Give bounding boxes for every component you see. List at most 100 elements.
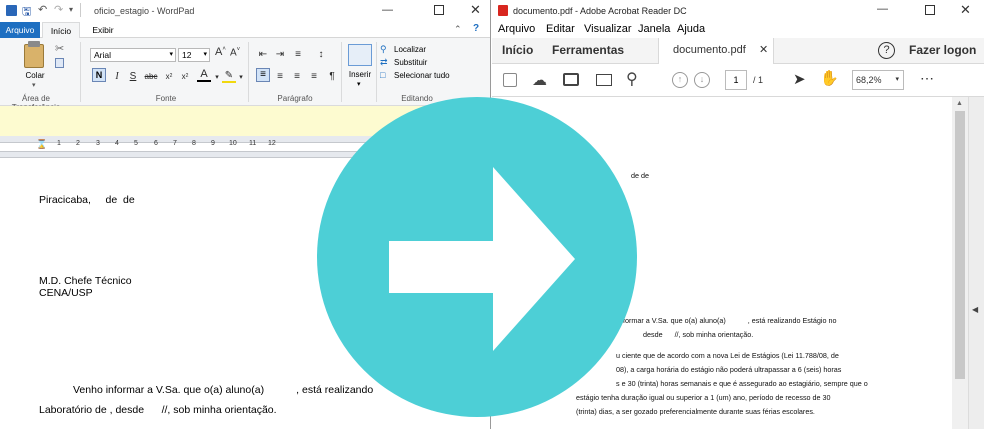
copy-icon[interactable] (55, 58, 64, 68)
doc-city-date: Piracicaba, de de (39, 194, 135, 206)
replace-button[interactable]: Substituir (394, 58, 427, 67)
ruler-number: 8 (192, 140, 196, 147)
paste-button[interactable]: Colar (20, 71, 50, 80)
menu-editar[interactable]: Editar (546, 23, 575, 35)
align-left-icon[interactable]: ≡ (256, 68, 270, 82)
maximize-button[interactable] (925, 5, 935, 15)
paste-icon[interactable] (24, 44, 44, 68)
quick-access-dropdown-icon[interactable]: ▾ (69, 5, 73, 14)
insert-button[interactable]: Inserir (346, 70, 374, 79)
select-all-button[interactable]: Selecionar tudo (394, 71, 450, 80)
save-icon[interactable] (503, 73, 517, 87)
clipboard-clip-icon (28, 41, 40, 47)
align-right-icon[interactable]: ≡ (290, 69, 304, 83)
shrink-font-icon[interactable]: A˅ (230, 47, 240, 58)
redo-icon[interactable]: ↷ (54, 3, 63, 16)
page-number-input[interactable]: 1 (725, 70, 747, 90)
chevron-down-icon: ▾ (895, 76, 899, 83)
wordpad-app-icon (6, 5, 17, 16)
font-name-select[interactable]: Arial ▾ (90, 48, 176, 62)
font-size-select[interactable]: 12 ▾ (178, 48, 210, 62)
insert-picture-icon[interactable] (348, 44, 372, 66)
zoom-select[interactable]: 68,2% ▾ (852, 70, 904, 90)
help-icon[interactable]: ? (878, 42, 895, 59)
italic-icon[interactable]: I (110, 69, 124, 83)
ribbon-separator (376, 42, 377, 102)
subscript-icon[interactable]: x2 (162, 69, 176, 83)
replace-icon[interactable]: ⇄ (380, 57, 388, 68)
chevron-down-icon: ▾ (203, 51, 207, 58)
previous-page-icon[interactable]: ↑ (672, 72, 688, 88)
superscript-icon[interactable]: x2 (178, 69, 192, 83)
find-button[interactable]: Localizar (394, 45, 426, 54)
acrobat-titlebar: documento.pdf - Adobe Acrobat Reader DC … (492, 0, 984, 21)
close-button[interactable]: ✕ (960, 2, 971, 18)
ruler-number: 3 (96, 140, 100, 147)
login-button[interactable]: Fazer logon (909, 43, 976, 57)
acrobat-tabs: Início Ferramentas documento.pdf ✕ ? Faz… (492, 38, 984, 64)
tab-ferramentas[interactable]: Ferramentas (552, 43, 624, 57)
vertical-scrollbar[interactable]: ▲ (952, 97, 968, 429)
pdf-text: s e 30 (trinta) horas semanais e que é a… (616, 379, 868, 388)
upload-cloud-icon[interactable]: ☁ (532, 71, 547, 89)
menu-ajuda[interactable]: Ajuda (677, 23, 705, 35)
collapse-ribbon-icon[interactable]: ⌃ (454, 24, 462, 35)
help-icon[interactable]: ? (473, 23, 479, 34)
maximize-button[interactable] (434, 5, 444, 15)
paragraph-dialog-icon[interactable]: ¶ (325, 69, 339, 83)
pdf-app-icon (498, 5, 508, 16)
wordpad-ribbon-tabs: Arquivo Início Exibir ⌃ ? (0, 22, 490, 39)
more-tools-icon[interactable]: ⋯ (920, 70, 935, 87)
menu-visualizar[interactable]: Visualizar (584, 23, 632, 35)
menu-arquivo[interactable]: Arquivo (498, 23, 535, 35)
strikethrough-icon[interactable]: abc (144, 69, 158, 83)
bullets-icon[interactable]: ≡ (291, 47, 305, 61)
font-color-icon[interactable]: A (197, 68, 211, 82)
tab-arquivo[interactable]: Arquivo (0, 22, 40, 38)
select-cursor-icon[interactable]: ➤ (793, 70, 806, 88)
email-icon[interactable] (596, 74, 612, 86)
ruler-number: 2 (76, 140, 80, 147)
scroll-up-icon[interactable]: ▲ (956, 100, 963, 107)
justify-icon[interactable]: ≡ (307, 69, 321, 83)
decrease-indent-icon[interactable]: ⇤ (256, 47, 270, 61)
underline-icon[interactable]: S (126, 69, 140, 83)
close-button[interactable]: ✕ (470, 2, 481, 18)
ribbon-separator (248, 42, 249, 102)
find-icon[interactable]: ⚲ (380, 44, 387, 55)
doc-tab-label: documento.pdf (673, 44, 746, 56)
increase-indent-icon[interactable]: ⇥ (273, 47, 287, 61)
ruler-number: 7 (173, 140, 177, 147)
minimize-button[interactable]: — (877, 3, 888, 15)
cut-icon[interactable]: ✂ (55, 42, 64, 55)
next-page-icon[interactable]: ↓ (694, 72, 710, 88)
grow-font-icon[interactable]: A˄ (215, 46, 226, 58)
print-icon[interactable] (563, 73, 579, 86)
tab-inicio[interactable]: Início (502, 43, 533, 57)
ruler-number: 5 (134, 140, 138, 147)
tab-exibir[interactable]: Exibir (86, 22, 120, 38)
tab-documento[interactable]: documento.pdf ✕ (658, 38, 774, 64)
scrollbar-thumb[interactable] (955, 111, 965, 379)
paste-dropdown-icon[interactable]: ▾ (32, 81, 36, 89)
right-pane-toggle[interactable]: ◀ (968, 97, 984, 429)
font-size-value: 12 (182, 50, 192, 60)
ruler-number: 12 (268, 140, 276, 147)
search-icon[interactable]: ⚲ (626, 69, 638, 89)
tab-inicio[interactable]: Início (42, 22, 80, 39)
bold-icon[interactable]: N (92, 68, 106, 82)
hand-tool-icon[interactable]: ✋ (820, 69, 839, 87)
align-center-icon[interactable]: ≡ (273, 69, 287, 83)
next-arrow-overlay[interactable] (317, 97, 637, 417)
minimize-button[interactable]: — (382, 4, 393, 16)
expand-pane-icon[interactable]: ◀ (972, 305, 978, 314)
menu-janela[interactable]: Janela (638, 23, 670, 35)
save-icon[interactable]: 🖫 (22, 3, 31, 22)
line-spacing-icon[interactable]: ↕ (314, 47, 328, 61)
close-tab-icon[interactable]: ✕ (759, 43, 768, 56)
chevron-down-icon[interactable]: ▾ (234, 70, 248, 84)
undo-icon[interactable]: ↶ (38, 3, 47, 16)
select-all-icon[interactable]: □ (380, 70, 385, 80)
chevron-down-icon[interactable]: ▾ (357, 80, 361, 88)
indent-marker-icon[interactable]: ⌛ (36, 139, 47, 150)
